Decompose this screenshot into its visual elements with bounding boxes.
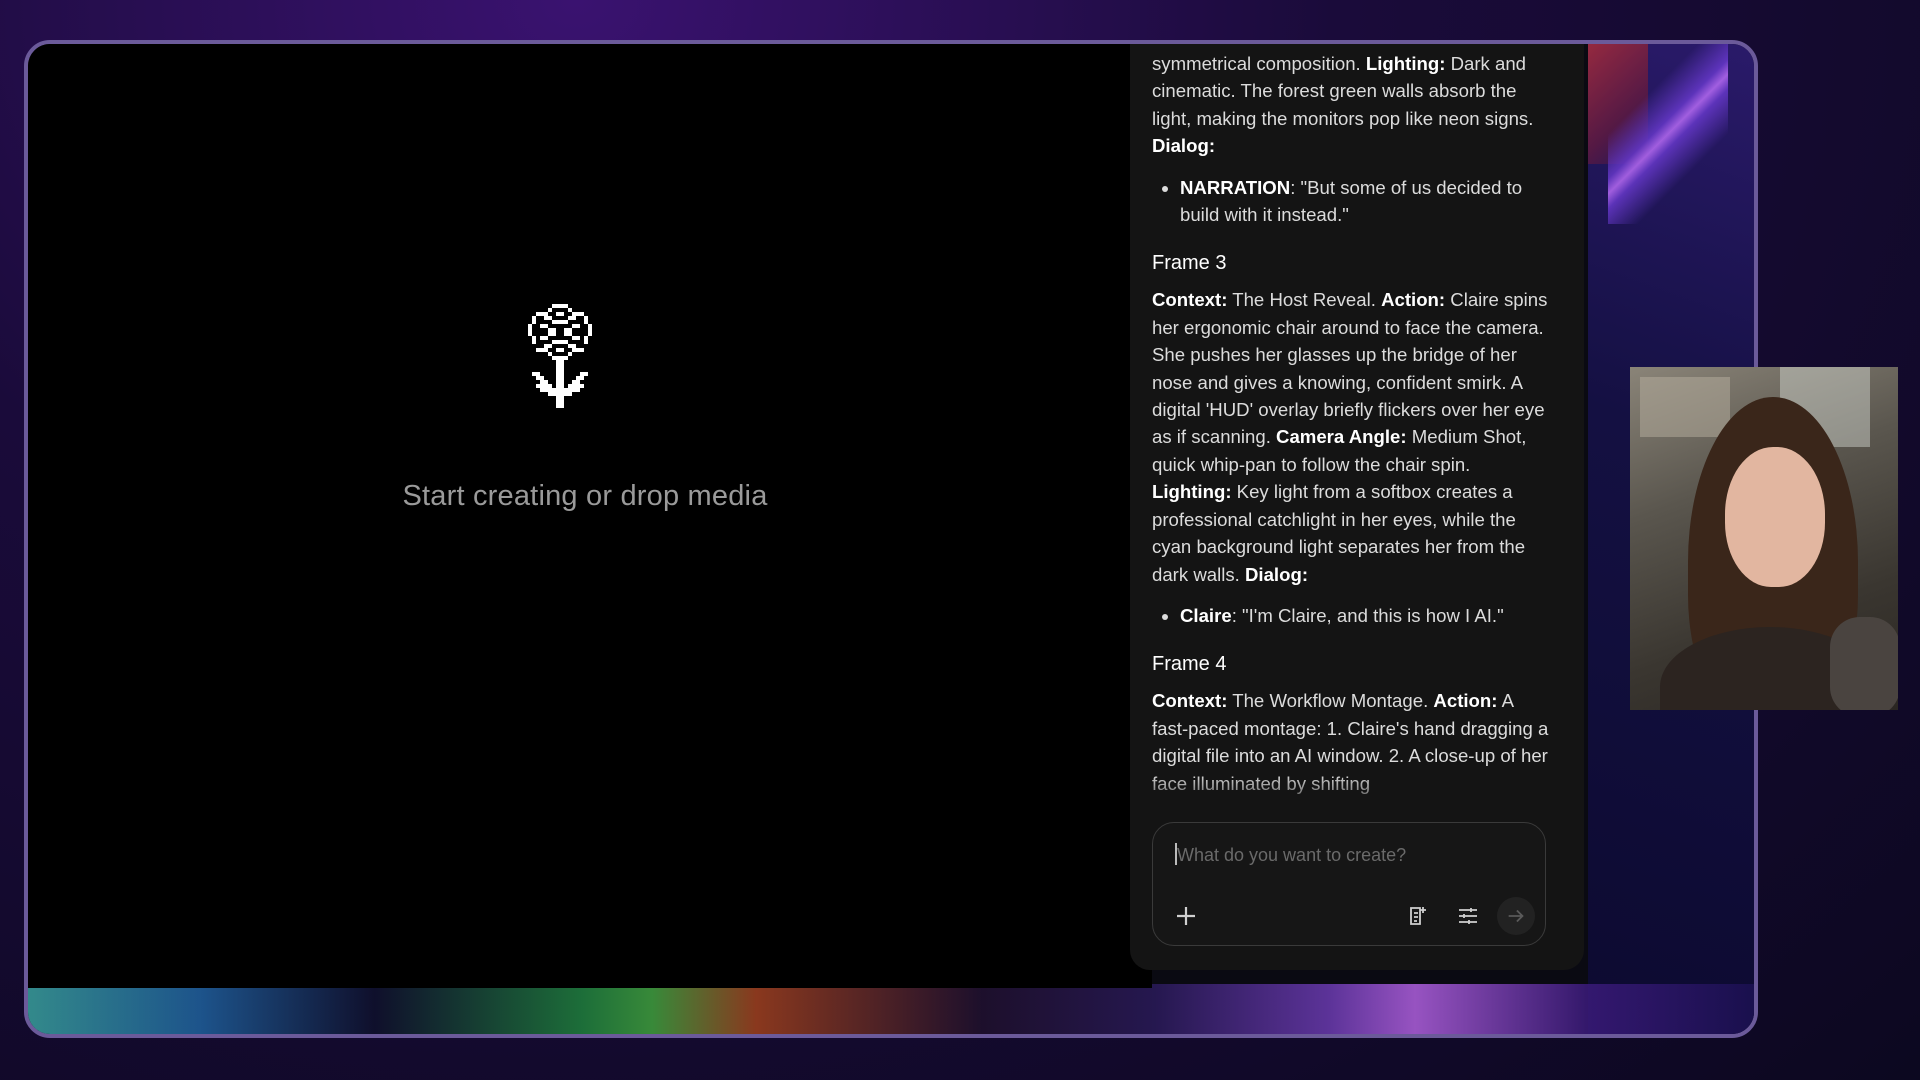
frame3-paragraph: Context: The Host Reveal. Action: Claire… <box>1152 289 1548 585</box>
settings-button[interactable] <box>1451 899 1485 933</box>
pixel-flower-icon <box>528 304 592 408</box>
send-button[interactable] <box>1497 897 1535 935</box>
microphone <box>1830 617 1898 710</box>
sliders-icon <box>1459 908 1477 924</box>
desktop-background-bottom <box>28 984 1754 1034</box>
list-item: Claire: "I'm Claire, and this is how I A… <box>1180 602 1552 629</box>
canvas-hint: Start creating or drop media <box>402 480 768 512</box>
frame4-heading: Frame 4 <box>1152 653 1227 676</box>
background-stripe <box>1608 44 1728 224</box>
intro-dialog-list: NARRATION: "But some of us decided to bu… <box>1152 174 1552 229</box>
chat-scroll-area[interactable]: symmetrical composition. Lighting: Dark … <box>1152 44 1552 814</box>
add-document-button[interactable] <box>1401 899 1435 933</box>
prompt-composer <box>1152 822 1546 946</box>
chat-panel: symmetrical composition. Lighting: Dark … <box>1130 44 1584 970</box>
arrow-right-icon <box>1508 909 1524 923</box>
add-media-button[interactable] <box>1169 899 1203 933</box>
frame3-heading: Frame 3 <box>1152 252 1227 275</box>
document-add-icon <box>1410 907 1426 925</box>
presenter-webcam <box>1630 367 1898 710</box>
presenter-face <box>1725 447 1825 587</box>
intro-paragraph: symmetrical composition. Lighting: Dark … <box>1152 53 1534 157</box>
plus-icon <box>1177 907 1195 925</box>
scroll-fade <box>1130 774 1584 814</box>
prompt-input[interactable] <box>1175 839 1519 871</box>
frame3-dialog-list: Claire: "I'm Claire, and this is how I A… <box>1152 602 1552 629</box>
app-window: Start creating or drop media symmetrical… <box>24 40 1758 1038</box>
list-item: NARRATION: "But some of us decided to bu… <box>1180 174 1552 229</box>
background-shelf <box>1640 377 1730 437</box>
media-canvas[interactable]: Start creating or drop media <box>28 44 1152 988</box>
